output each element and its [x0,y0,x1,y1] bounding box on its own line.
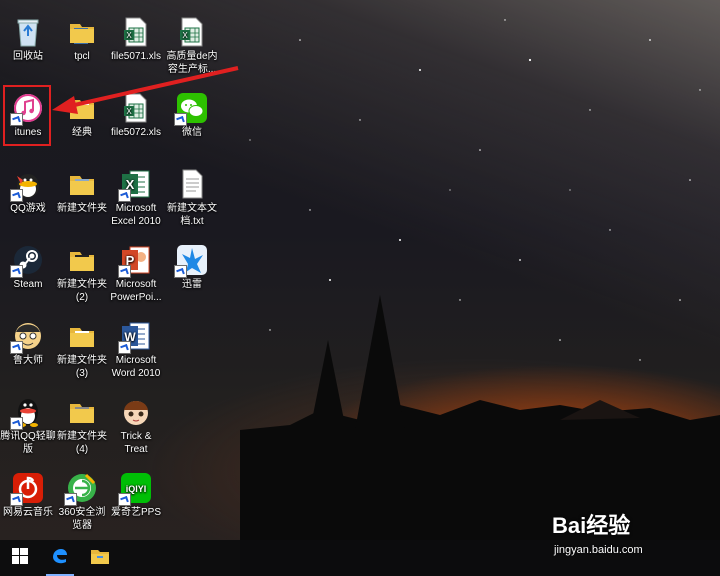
shortcut-arrow-icon [174,265,187,278]
shortcut-arrow-icon [118,189,131,202]
recycle-bin-shortcut[interactable]: 回收站 [0,16,56,63]
shortcut-arrow-icon [118,493,131,506]
icon-label: 爱奇艺PPS [110,507,161,518]
xunlei-shortcut[interactable]: 迅雷 [164,244,220,291]
icon-label: file5072.xls [110,127,162,138]
windows-start-icon [12,547,28,569]
icon-label: 新建文本文档.txt [167,203,217,227]
shortcut-arrow-icon [10,189,23,202]
folder-icon [66,16,98,48]
shortcut-arrow-icon [10,265,23,278]
taskbar-file-explorer-button[interactable] [80,540,120,576]
icon-label: Microsoft PowerPoi... [110,279,162,303]
excel-app-icon: X [118,168,152,202]
new-folder-4-shortcut[interactable]: 新建文件夹 (4) [54,396,110,456]
folder-icon [66,244,98,276]
qq-penguin-icon [10,396,44,430]
netease-music-shortcut[interactable]: 网易云音乐 [0,472,56,519]
icon-label: 新建文件夹 (2) [57,279,107,303]
icon-label: 新建文件夹 (3) [57,355,107,379]
svg-text:X: X [182,31,188,40]
steam-icon [10,244,44,278]
baidu-jingyan-watermark: Bai经验 jingyan.baidu.com [552,508,720,570]
start-button[interactable] [0,540,40,576]
netease-music-icon [10,472,44,506]
file-explorer-icon [90,547,110,570]
new-folder-2-shortcut[interactable]: 新建文件夹 (2) [54,244,110,304]
xunlei-thunder-icon [174,244,208,278]
icon-label: QQ游戏 [10,203,46,214]
tpcl-folder-shortcut[interactable]: tpcl [54,16,110,63]
file5071-xls-shortcut[interactable]: X file5071.xls [108,16,164,63]
steam-shortcut[interactable]: Steam [0,244,56,291]
icon-label: 经典 [72,127,92,138]
icon-label: Trick & Treat [120,431,152,455]
qq-game-icon [10,168,44,202]
watermark-url: jingyan.baidu.com [554,544,643,556]
recycle-bin-icon [12,16,44,48]
taskbar-edge-button[interactable] [40,540,80,576]
new-folder-3-shortcut[interactable]: 新建文件夹 (3) [54,320,110,380]
folder-icon [66,396,98,428]
excel-2010-shortcut[interactable]: X Microsoft Excel 2010 [108,168,164,228]
icon-label: Steam [13,279,43,290]
edge-browser-icon [50,546,70,571]
icon-label: 360安全浏览器 [58,507,106,531]
icon-label: 新建文件夹 [57,203,107,214]
red-pointer-arrow [52,66,239,114]
word-app-icon: W [118,320,152,354]
shortcut-arrow-icon [10,417,23,430]
icon-label: 新建文件夹 (4) [57,431,107,455]
360-browser-icon [64,472,98,506]
powerpoint-app-icon: P [118,244,152,278]
icon-label: 微信 [182,127,202,138]
folder-icon [66,320,98,352]
shortcut-arrow-icon [118,341,131,354]
ludashi-icon [10,320,44,354]
svg-text:X: X [126,31,132,40]
ludashi-shortcut[interactable]: 鲁大师 [0,320,56,367]
excel-file-icon: X [120,16,152,48]
360-browser-shortcut[interactable]: 360安全浏览器 [54,472,110,532]
watermark-brand: Bai经验 [552,513,631,538]
icon-label: 鲁大师 [13,355,43,366]
qq-lite-shortcut[interactable]: 腾讯QQ轻聊版 [0,396,56,456]
iqiyi-pps-shortcut[interactable]: iQIYI 爱奇艺PPS [108,472,164,519]
shortcut-arrow-icon [10,493,23,506]
folder-icon [66,168,98,200]
new-folder-shortcut[interactable]: 新建文件夹 [54,168,110,215]
text-file-icon [176,168,208,200]
iqiyi-icon: iQIYI [118,472,152,506]
trick-and-treat-game-icon [120,396,152,428]
powerpoint-shortcut[interactable]: P Microsoft PowerPoi... [108,244,164,304]
word-2010-shortcut[interactable]: W Microsoft Word 2010 [108,320,164,380]
icon-label: 网易云音乐 [3,507,53,518]
new-text-document-shortcut[interactable]: 新建文本文档.txt [164,168,220,228]
qq-game-shortcut[interactable]: QQ游戏 [0,168,56,215]
icon-label: Microsoft Excel 2010 [111,203,161,227]
shortcut-arrow-icon [64,493,77,506]
excel-file-icon: X [176,16,208,48]
desktop-icon-grid: 回收站 tpcl X file5071.xls X 高质量de内容生产标... … [0,0,240,540]
icon-label: 腾讯QQ轻聊版 [0,431,56,455]
shortcut-arrow-icon [10,341,23,354]
icon-label: Microsoft Word 2010 [111,355,161,379]
shortcut-arrow-icon [118,265,131,278]
trick-and-treat-shortcut[interactable]: Trick & Treat [108,396,164,456]
icon-label: 迅雷 [182,279,202,290]
